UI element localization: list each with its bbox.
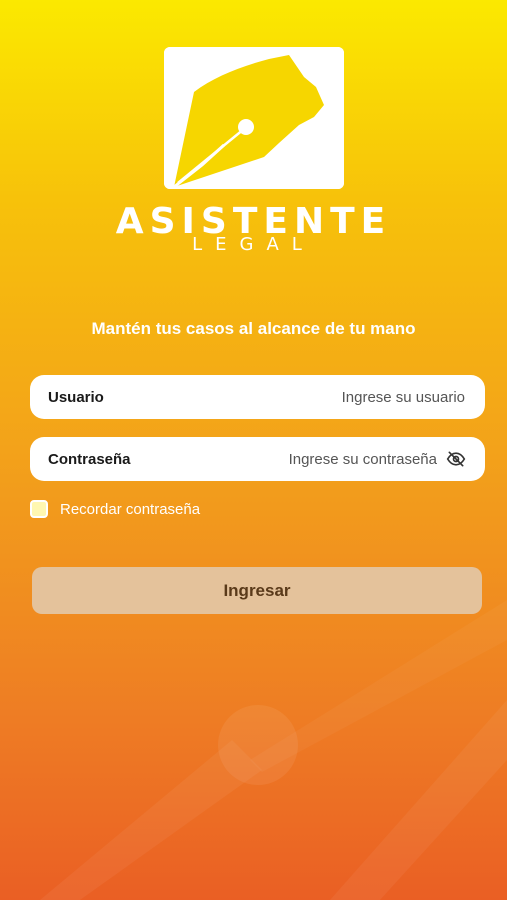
username-input[interactable] xyxy=(113,387,467,407)
username-label: Usuario xyxy=(48,388,104,406)
eye-off-icon[interactable] xyxy=(445,448,467,470)
remember-checkbox[interactable] xyxy=(30,500,48,518)
username-field[interactable]: Usuario xyxy=(30,375,485,419)
pen-nib-icon xyxy=(164,47,344,189)
remember-label: Recordar contraseña xyxy=(60,500,201,518)
login-button[interactable]: Ingresar xyxy=(32,567,482,614)
password-input[interactable] xyxy=(140,449,439,469)
password-label: Contraseña xyxy=(48,450,131,468)
password-field[interactable]: Contraseña xyxy=(30,437,485,481)
remember-password[interactable]: Recordar contraseña xyxy=(30,500,200,518)
brand-subtitle: LEGAL xyxy=(192,234,315,255)
app-logo xyxy=(164,47,344,189)
tagline: Mantén tus casos al alcance de tu mano xyxy=(91,319,416,338)
